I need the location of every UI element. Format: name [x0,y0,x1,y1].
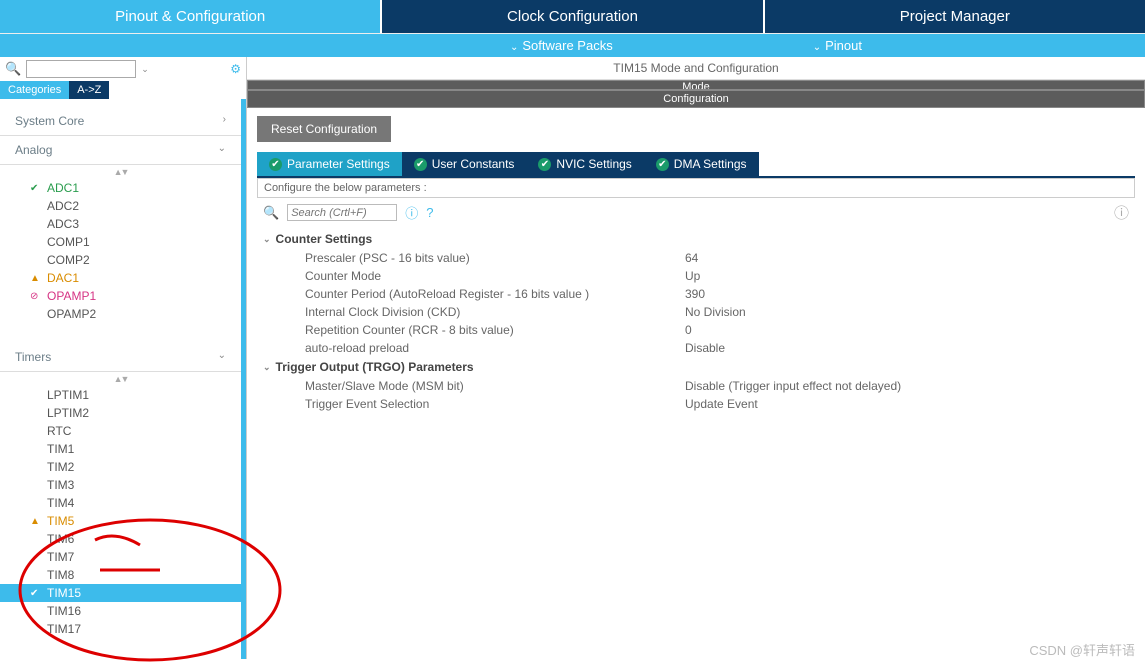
sidebar-item-tim16[interactable]: TIM16 [0,602,241,620]
reset-configuration-button[interactable]: Reset Configuration [257,116,391,142]
tab-clock-config[interactable]: Clock Configuration [382,0,762,33]
watermark: CSDN @轩声轩语 [1029,640,1135,659]
check-circle-icon: ✔ [30,588,42,599]
sidebar-item-dac1[interactable]: ▲DAC1 [0,269,241,287]
gear-icon[interactable]: ⚙ [230,62,241,76]
main-panel: TIM15 Mode and Configuration Mode Config… [247,57,1145,659]
sidebar-item-rtc[interactable]: RTC [0,422,241,440]
sidebar-item-tim8[interactable]: TIM8 [0,566,241,584]
sidebar-item-opamp2[interactable]: OPAMP2 [0,305,241,323]
pinout-menu[interactable]: Pinout [813,38,862,53]
chevron-down-icon [510,38,518,53]
sidebar-item-tim6[interactable]: TIM6 [0,530,241,548]
chevron-down-icon [813,38,821,53]
top-tab-bar: Pinout & Configuration Clock Configurati… [0,0,1145,34]
section-timers[interactable]: Timers⌄ [0,343,241,372]
sidebar-item-tim3[interactable]: TIM3 [0,476,241,494]
tab-dma-settings[interactable]: ✔DMA Settings [644,152,759,176]
sidebar-item-tim15[interactable]: ✔TIM15 [0,584,241,602]
sidebar-item-tim7[interactable]: TIM7 [0,548,241,566]
warning-icon: ▲ [30,516,42,527]
chevron-down-icon: ⌄ [218,350,226,364]
sidebar-item-adc1[interactable]: ✔ADC1 [0,179,241,197]
sidebar-item-adc3[interactable]: ADC3 [0,215,241,233]
sidebar-item-comp2[interactable]: COMP2 [0,251,241,269]
tab-pinout-config[interactable]: Pinout & Configuration [0,0,380,33]
check-icon: ✔ [414,158,427,171]
info-icon[interactable]: ⓘ [405,203,418,222]
check-icon: ✔ [30,183,42,194]
sidebar-item-opamp1[interactable]: ⊘OPAMP1 [0,287,241,305]
warning-icon: ▲ [30,273,42,284]
sidebar-search-input[interactable] [26,60,136,78]
disabled-icon: ⊘ [30,291,42,302]
info-gray-icon[interactable]: ⓘ [1114,202,1129,223]
software-packs-menu[interactable]: Software Packs [510,38,613,53]
search-icon: 🔍 [5,61,21,77]
sidebar-item-tim4[interactable]: TIM4 [0,494,241,512]
check-icon: ✔ [656,158,669,171]
configure-below-label: Configure the below parameters : [257,178,1135,198]
sidebar-item-tim5[interactable]: ▲TIM5 [0,512,241,530]
tab-user-constants[interactable]: ✔User Constants [402,152,527,176]
chevron-down-icon: ⌄ [263,234,271,245]
main-title: TIM15 Mode and Configuration [247,57,1145,80]
group-trgo-parameters[interactable]: ⌄Trigger Output (TRGO) Parameters [263,357,1129,377]
sidebar-item-tim2[interactable]: TIM2 [0,458,241,476]
configuration-header[interactable]: Configuration [247,90,1145,108]
tab-nvic-settings[interactable]: ✔NVIC Settings [526,152,643,176]
group-counter-settings[interactable]: ⌄Counter Settings [263,229,1129,249]
param-search-input[interactable] [287,204,397,221]
sort-icon[interactable]: ▲▼ [0,372,241,386]
param-row[interactable]: Counter ModeUp [263,267,1129,285]
check-icon: ✔ [269,158,282,171]
param-row[interactable]: Repetition Counter (RCR - 8 bits value)0 [263,321,1129,339]
section-analog[interactable]: Analog⌄ [0,136,241,165]
param-row[interactable]: Internal Clock Division (CKD)No Division [263,303,1129,321]
chevron-down-icon: ⌄ [218,143,226,157]
sidebar-item-tim17[interactable]: TIM17 [0,620,241,638]
sort-icon[interactable]: ▲▼ [0,165,241,179]
chevron-down-icon: ⌄ [263,362,271,373]
sub-header: Software Packs Pinout [0,34,1145,57]
tab-project-manager[interactable]: Project Manager [765,0,1145,33]
sidebar-item-adc2[interactable]: ADC2 [0,197,241,215]
sidebar-item-lptim2[interactable]: LPTIM2 [0,404,241,422]
check-icon: ✔ [538,158,551,171]
sidebar-item-comp1[interactable]: COMP1 [0,233,241,251]
param-row[interactable]: Trigger Event SelectionUpdate Event [263,395,1129,413]
chevron-right-icon: › [223,114,226,128]
dropdown-icon[interactable]: ⌄ [141,64,149,75]
param-row[interactable]: Prescaler (PSC - 16 bits value)64 [263,249,1129,267]
sidebar: 🔍 ⌄ ⚙ Categories A->Z System Core› Analo… [0,57,247,659]
search-icon: 🔍 [263,205,279,221]
sidebar-item-lptim1[interactable]: LPTIM1 [0,386,241,404]
tab-parameter-settings[interactable]: ✔Parameter Settings [257,152,402,176]
param-row[interactable]: Counter Period (AutoReload Register - 16… [263,285,1129,303]
help-icon[interactable]: ? [426,205,433,220]
sidebar-tab-az[interactable]: A->Z [69,81,109,99]
mode-header[interactable]: Mode [247,80,1145,90]
section-system-core[interactable]: System Core› [0,107,241,136]
sidebar-tab-categories[interactable]: Categories [0,81,69,99]
param-row[interactable]: Master/Slave Mode (MSM bit)Disable (Trig… [263,377,1129,395]
sidebar-item-tim1[interactable]: TIM1 [0,440,241,458]
param-row[interactable]: auto-reload preloadDisable [263,339,1129,357]
